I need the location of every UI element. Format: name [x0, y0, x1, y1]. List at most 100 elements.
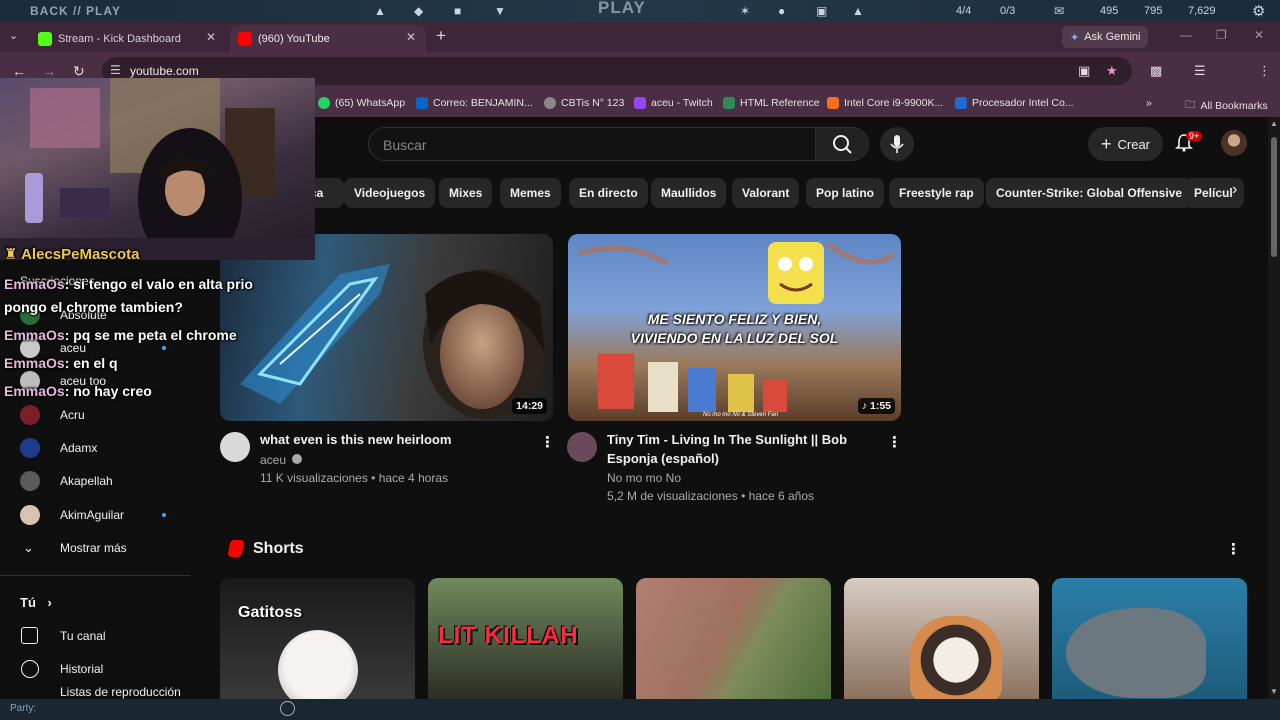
- bookmark-correo[interactable]: Correo: BENJAMIN...: [416, 97, 533, 109]
- minimize-icon[interactable]: —: [1180, 28, 1192, 42]
- sidebar-channel-akapellah[interactable]: Akapellah: [0, 464, 190, 497]
- url-text[interactable]: youtube.com: [130, 64, 199, 78]
- site-info-icon[interactable]: ☰: [110, 63, 121, 77]
- bookmark-intel-core[interactable]: Intel Core i9-9900K...: [827, 97, 943, 109]
- create-button[interactable]: + Crear: [1088, 127, 1163, 161]
- sidebar-history[interactable]: Historial: [0, 652, 190, 685]
- bookmark-procesador-intel[interactable]: Procesador Intel Co...: [955, 97, 1074, 109]
- game-stat-3: 495: [1100, 5, 1119, 17]
- short-thumbnail[interactable]: [636, 578, 831, 703]
- maximize-icon[interactable]: ❐: [1216, 28, 1227, 42]
- video-title[interactable]: what even is this new heirloom: [260, 430, 530, 449]
- menu-kebab-icon[interactable]: ⋮: [1258, 63, 1271, 79]
- video-title[interactable]: Tiny Tim - Living In The Sunlight || Bob…: [607, 430, 877, 468]
- account-avatar[interactable]: [1221, 130, 1247, 156]
- chip-maullidos[interactable]: Maullidos: [651, 178, 727, 208]
- sidebar-show-more[interactable]: ⌄ Mostrar más: [0, 531, 190, 564]
- game-store-icon[interactable]: ▣: [816, 4, 828, 18]
- video-thumbnail[interactable]: ME SIENTO FELIZ Y BIEN, VIVIENDO EN LA L…: [568, 234, 901, 421]
- game-back-label[interactable]: BACK // PLAY: [30, 4, 121, 18]
- game-collection-icon[interactable]: ●: [778, 4, 786, 18]
- short-thumbnail[interactable]: [844, 578, 1039, 703]
- chip-mixes[interactable]: Mixes: [439, 178, 493, 208]
- tab-kick-dashboard[interactable]: Stream - Kick Dashboard ✕: [30, 25, 226, 52]
- close-icon[interactable]: ✕: [206, 30, 216, 44]
- extensions-icon[interactable]: ▩: [1150, 63, 1162, 79]
- chip-freestyle-rap[interactable]: Freestyle rap: [889, 178, 984, 208]
- party-icon[interactable]: [280, 701, 295, 716]
- bookmark-whatsapp[interactable]: (65) WhatsApp: [318, 97, 405, 109]
- game-agent-icon[interactable]: ■: [454, 4, 462, 18]
- short-thumbnail[interactable]: LIT KILLAH: [428, 578, 623, 703]
- w3-icon: [723, 97, 735, 109]
- short-overlay-text: LIT KILLAH: [438, 622, 579, 649]
- video-overlay-caption-1: ME SIENTO FELIZ Y BIEN,: [647, 311, 822, 327]
- bookmark-cbtis[interactable]: CBTis N° 123: [544, 97, 624, 109]
- video-channel[interactable]: aceu: [260, 451, 303, 469]
- doc-icon: [955, 97, 967, 109]
- all-bookmarks-button[interactable]: 🗀 All Bookmarks: [1185, 97, 1268, 115]
- game-battlepass-icon[interactable]: ▲: [852, 4, 865, 18]
- channel-avatar[interactable]: [567, 432, 597, 462]
- bookmark-star-icon[interactable]: ★: [1106, 63, 1118, 79]
- shorts-menu-icon[interactable]: ⋮: [1226, 540, 1241, 558]
- game-play-title: PLAY: [598, 0, 646, 17]
- chip-valorant[interactable]: Valorant: [732, 178, 800, 208]
- game-stat-4: 795: [1144, 5, 1163, 17]
- sidebar-playlists[interactable]: Listas de reproducción: [0, 685, 190, 699]
- game-career-icon[interactable]: ▼: [494, 4, 507, 18]
- more-bookmarks-icon[interactable]: »: [1146, 97, 1152, 109]
- kick-icon: [38, 31, 52, 46]
- short-thumbnail[interactable]: Gatitoss: [220, 578, 415, 703]
- video-channel[interactable]: No mo mo No: [607, 469, 681, 487]
- new-tab-icon[interactable]: +: [436, 26, 446, 46]
- bookmark-twitch[interactable]: aceu - Twitch: [634, 97, 713, 109]
- search-input[interactable]: Buscar: [368, 127, 816, 161]
- chip-videojuegos[interactable]: Videojuegos: [344, 178, 436, 208]
- chevron-right-icon: ›: [47, 595, 52, 610]
- close-icon[interactable]: ✕: [406, 30, 416, 44]
- video-menu-icon[interactable]: ⋮: [887, 433, 902, 451]
- voice-search-button[interactable]: [880, 127, 914, 161]
- sidebar-your-channel[interactable]: Tu canal: [0, 619, 190, 652]
- scroll-up-icon[interactable]: ▲: [1270, 119, 1278, 128]
- search-button[interactable]: [815, 127, 869, 161]
- back-arrow-icon[interactable]: ←: [12, 63, 26, 79]
- chevron-right-icon[interactable]: ›: [1232, 181, 1237, 199]
- streamer-name-overlay: ♜ AlecsPeMascota: [4, 245, 139, 263]
- game-home-icon[interactable]: ▲: [374, 4, 387, 18]
- close-window-icon[interactable]: ✕: [1254, 28, 1264, 42]
- install-app-icon[interactable]: ▣: [1078, 63, 1090, 79]
- video-thumbnail[interactable]: 14:29: [220, 234, 553, 421]
- seal-graphic: [1066, 608, 1206, 698]
- chevron-down-icon: ⌄: [23, 539, 34, 555]
- tab-youtube[interactable]: (960) YouTube ✕: [230, 25, 426, 52]
- chip-en-directo[interactable]: En directo: [569, 178, 648, 208]
- game-stat-1: 4/4: [956, 5, 972, 17]
- game-weapon-icon[interactable]: ◆: [414, 4, 424, 18]
- game-mail-icon[interactable]: ✉: [1054, 4, 1065, 18]
- chip-counter-strike[interactable]: Counter-Strike: Global Offensive: [986, 178, 1193, 208]
- game-settings-icon[interactable]: ⚙: [1252, 2, 1266, 20]
- bookmark-html-reference[interactable]: HTML Reference: [723, 97, 820, 109]
- page-scrollbar[interactable]: ▲ ▼: [1268, 117, 1280, 699]
- channel-avatar[interactable]: [220, 432, 250, 462]
- sidebar-channel-akimaguilar[interactable]: AkimAguilar: [0, 498, 190, 531]
- you-header-label: Tú: [20, 595, 36, 610]
- video-menu-icon[interactable]: ⋮: [540, 433, 555, 451]
- sidebar-you-header[interactable]: Tú ›: [20, 595, 52, 610]
- chip-memes[interactable]: Memes: [500, 178, 561, 208]
- short-thumbnail[interactable]: [1052, 578, 1247, 703]
- sidebar-channel-acru[interactable]: Acru: [0, 398, 190, 431]
- media-controls-icon[interactable]: ☰: [1194, 63, 1206, 79]
- chip-pop-latino[interactable]: Pop latino: [806, 178, 884, 208]
- game-social-icon[interactable]: ✶: [740, 4, 751, 18]
- kitten-graphic: [278, 630, 358, 703]
- tab-search-icon[interactable]: ⌄: [9, 29, 18, 42]
- scrollbar-thumb[interactable]: [1271, 137, 1277, 257]
- kitten-graphic: [910, 616, 1002, 703]
- forward-arrow-icon[interactable]: →: [42, 63, 56, 79]
- ask-gemini-button[interactable]: ✦ Ask Gemini: [1062, 26, 1149, 48]
- scroll-down-icon[interactable]: ▼: [1270, 687, 1278, 696]
- sidebar-channel-adamx[interactable]: Adamx: [0, 431, 190, 464]
